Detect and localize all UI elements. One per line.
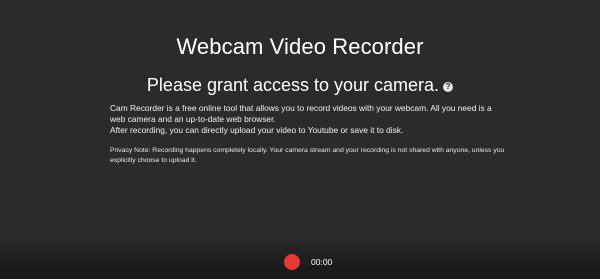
description: Cam Recorder is a free online tool that … (110, 103, 500, 136)
privacy-note: Privacy Note: Recording happens complete… (110, 147, 505, 164)
camera-access-headline: Please grant access to your camera. (146, 75, 440, 95)
help-icon[interactable]: ? (443, 82, 454, 92)
description-line-1: Cam Recorder is a free online tool that … (110, 103, 492, 124)
camera-access-prompt: Please grant access to your camera.? (0, 75, 600, 96)
recording-timer: 00:00 (311, 257, 333, 267)
description-line-2: After recording, you can directly upload… (110, 125, 404, 135)
recorder-page: Webcam Video Recorder Please grant acces… (0, 0, 600, 279)
page-title: Webcam Video Recorder (176, 34, 424, 59)
record-button[interactable] (284, 254, 300, 270)
control-bar (0, 238, 600, 279)
